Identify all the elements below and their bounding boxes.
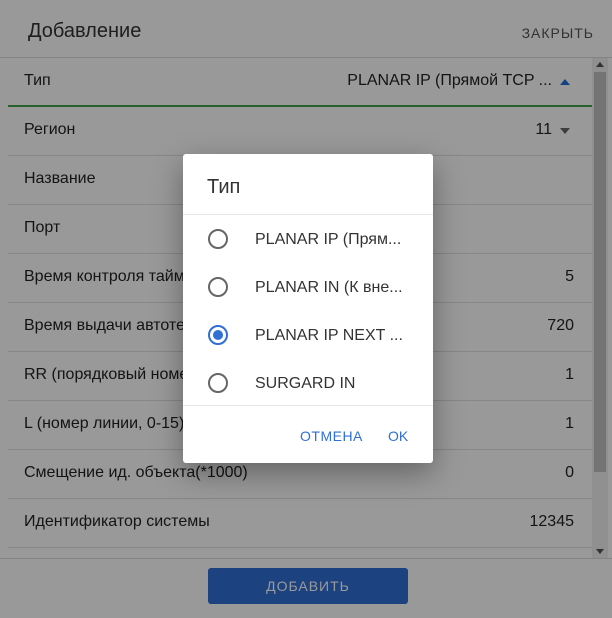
radio-icon[interactable] [208,229,228,249]
radio-icon[interactable] [208,373,228,393]
radio-checked-icon[interactable] [208,325,228,345]
ok-button[interactable]: OK [388,428,408,444]
option-label: PLANAR IP NEXT ... [255,327,403,344]
option-label: PLANAR IP (Прям... [255,231,402,248]
type-option-planar-in[interactable]: PLANAR IN (К вне... [183,263,433,311]
dialog-title: Тип [207,176,241,198]
type-option-planar-ip-next[interactable]: PLANAR IP NEXT ... [183,311,433,359]
dialog-actions: ОТМЕНА OK [183,406,433,463]
type-options-list: PLANAR IP (Прям... PLANAR IN (К вне... P… [183,214,433,406]
type-option-planar-ip[interactable]: PLANAR IP (Прям... [183,215,433,263]
type-option-surgard-in[interactable]: SURGARD IN [183,359,433,407]
option-label: SURGARD IN [255,375,356,392]
type-dialog: Тип PLANAR IP (Прям... PLANAR IN (К вне.… [183,154,433,463]
option-label: PLANAR IN (К вне... [255,279,403,296]
cancel-button[interactable]: ОТМЕНА [300,428,363,444]
radio-icon[interactable] [208,277,228,297]
